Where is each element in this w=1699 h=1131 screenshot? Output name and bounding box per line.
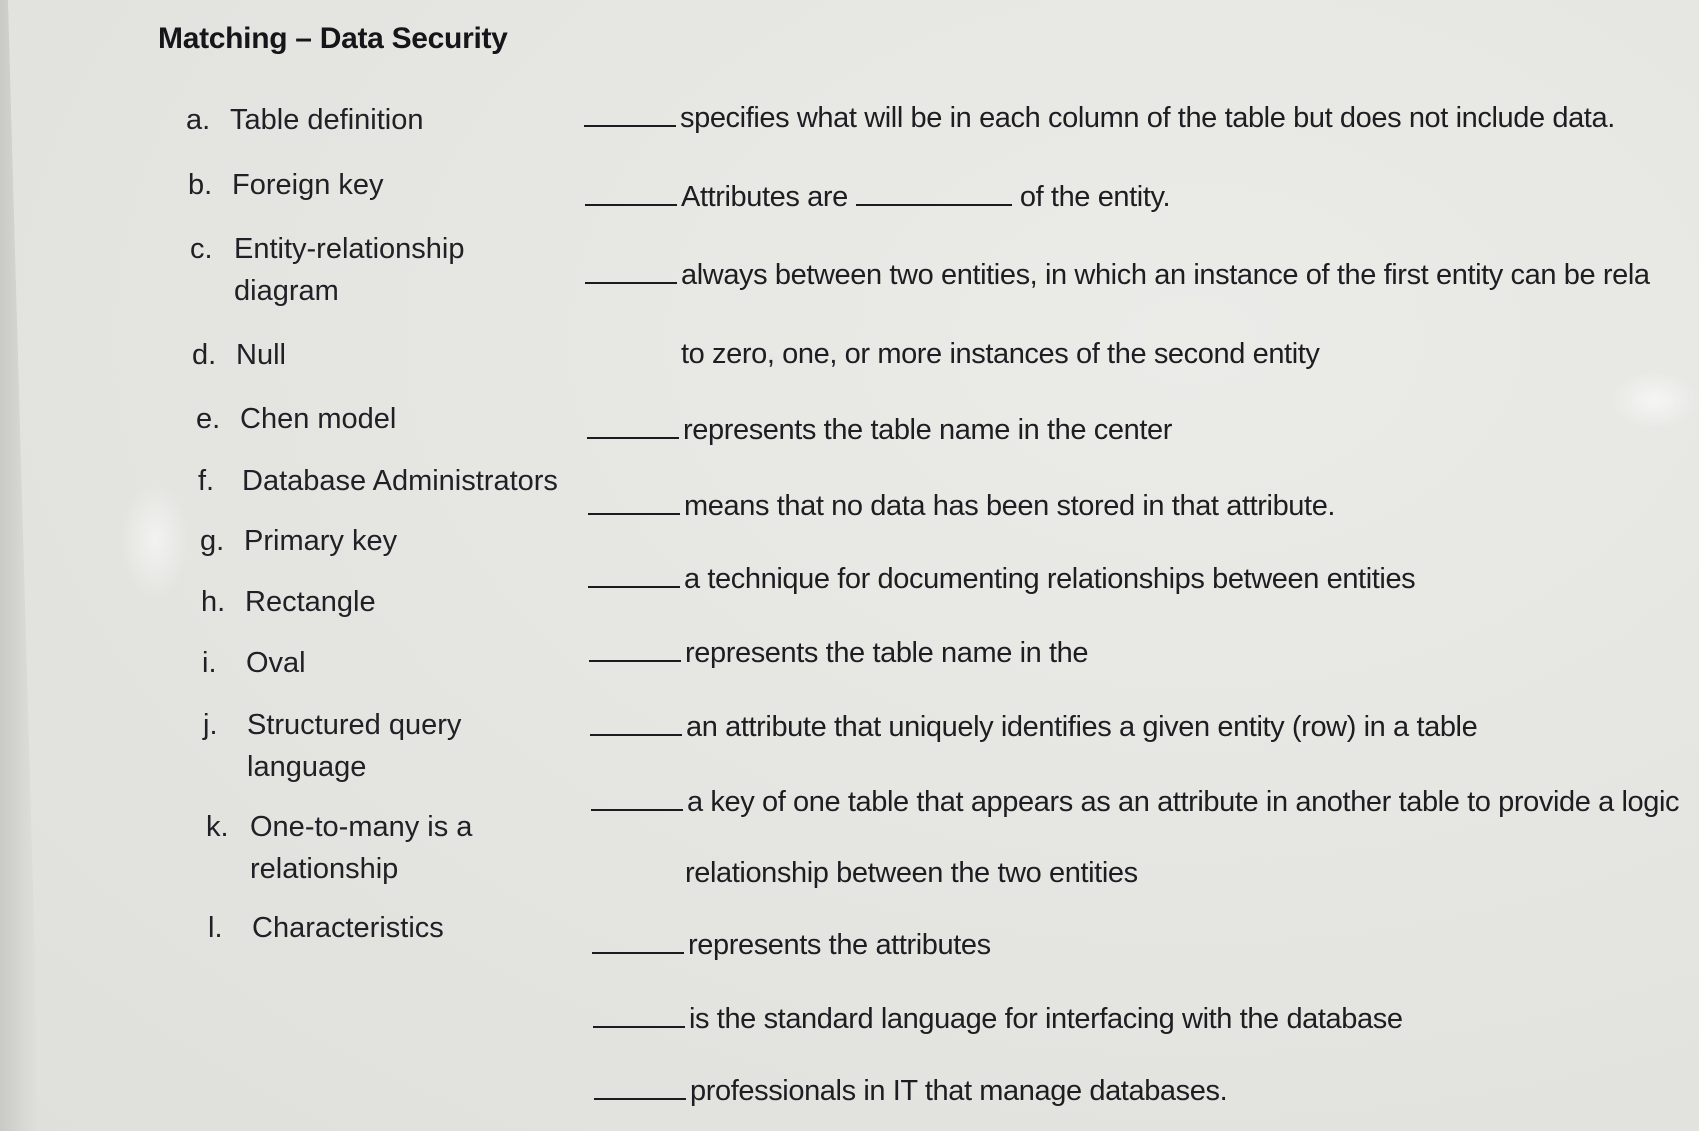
- term-text: Table definition: [230, 104, 424, 136]
- definition-text: always between two entities, in which an…: [681, 259, 1650, 291]
- term-text-line1: One-to-many is a: [250, 811, 473, 843]
- answer-blank[interactable]: [590, 712, 682, 736]
- term-item: i. Oval: [202, 642, 306, 684]
- definition-text: to zero, one, or more instances of the s…: [681, 338, 1320, 370]
- term-text-line1: Structured query: [247, 709, 462, 741]
- term-text-line2: language: [247, 751, 367, 783]
- term-text: Structured query language: [247, 704, 461, 788]
- term-text: Primary key: [244, 525, 398, 557]
- definition-item: always between two entities, in which an…: [585, 259, 1650, 292]
- term-text: Rectangle: [245, 586, 376, 618]
- definition-text: a key of one table that appears as an at…: [687, 786, 1680, 818]
- definition-item: represents the table name in the center: [587, 414, 1172, 447]
- term-item: l. Characteristics: [208, 907, 444, 949]
- term-text: Null: [236, 339, 286, 371]
- definition-item: represents the attributes: [592, 929, 991, 962]
- term-item: a. Table definition: [186, 99, 423, 141]
- answer-blank[interactable]: [585, 260, 677, 284]
- term-item: e. Chen model: [196, 398, 396, 440]
- term-item: d. Null: [192, 334, 286, 376]
- term-letter: k.: [206, 811, 229, 843]
- definition-item: means that no data has been stored in th…: [588, 490, 1335, 523]
- term-letter: i.: [202, 647, 217, 679]
- term-letter: b.: [188, 169, 213, 201]
- term-letter: l.: [208, 912, 223, 944]
- term-item: f. Database Administrators: [198, 460, 558, 502]
- definition-text: a technique for documenting relationship…: [684, 563, 1416, 595]
- term-text: Oval: [246, 647, 306, 679]
- term-letter: h.: [201, 586, 226, 618]
- term-item: h. Rectangle: [201, 581, 376, 623]
- definition-text: relationship between the two entities: [685, 857, 1138, 889]
- definition-text: an attribute that uniquely identifies a …: [686, 711, 1478, 743]
- answer-blank[interactable]: [593, 1004, 685, 1028]
- definition-item: professionals in IT that manage database…: [594, 1075, 1228, 1108]
- screen-glare: [1610, 370, 1699, 430]
- definition-text-after: of the entity.: [1019, 181, 1171, 213]
- term-letter: a.: [186, 104, 211, 136]
- term-item: g. Primary key: [200, 520, 397, 562]
- definition-text: Attributes are: [681, 181, 848, 213]
- definition-text: professionals in IT that manage database…: [690, 1075, 1228, 1107]
- answer-blank[interactable]: [588, 564, 680, 588]
- term-letter: c.: [190, 233, 213, 265]
- term-text: Foreign key: [232, 169, 384, 201]
- definition-text: means that no data has been stored in th…: [684, 490, 1336, 522]
- term-text: Chen model: [240, 403, 397, 435]
- term-letter: g.: [200, 525, 225, 557]
- definition-item: specifies what will be in each column of…: [584, 102, 1615, 135]
- term-text: One-to-many is a relationship: [250, 806, 472, 890]
- term-item: j. Structured query language: [203, 704, 461, 788]
- definition-item: a technique for documenting relationship…: [588, 563, 1416, 596]
- answer-blank[interactable]: [589, 638, 681, 662]
- answer-blank[interactable]: [592, 930, 684, 954]
- answer-blank[interactable]: [588, 491, 680, 515]
- definition-continuation: relationship between the two entities: [685, 857, 1138, 890]
- definition-item: an attribute that uniquely identifies a …: [590, 711, 1478, 744]
- definition-item: Attributes are of the entity.: [585, 181, 1171, 214]
- fill-in-blank[interactable]: [855, 182, 1012, 206]
- term-text: Characteristics: [252, 912, 444, 944]
- definition-text: represents the table name in the: [685, 637, 1089, 669]
- term-item: b. Foreign key: [188, 164, 384, 206]
- term-letter: e.: [196, 403, 221, 435]
- term-text-line1: Entity-relationship: [234, 233, 465, 265]
- definition-item: a key of one table that appears as an at…: [591, 786, 1680, 819]
- answer-blank[interactable]: [584, 103, 676, 127]
- term-item: c. Entity-relationship diagram: [190, 228, 465, 312]
- answer-blank[interactable]: [594, 1076, 686, 1100]
- definition-text: is the standard language for interfacing…: [689, 1003, 1403, 1035]
- definition-item: is the standard language for interfacing…: [593, 1003, 1403, 1036]
- term-text: Database Administrators: [242, 465, 558, 497]
- definition-text: specifies what will be in each column of…: [680, 102, 1615, 134]
- answer-blank[interactable]: [585, 182, 677, 206]
- term-text: Entity-relationship diagram: [234, 228, 465, 312]
- term-letter: d.: [192, 339, 217, 371]
- term-text-line2: relationship: [250, 853, 399, 885]
- definition-text: represents the table name in the center: [683, 414, 1172, 446]
- definition-item: represents the table name in the: [589, 637, 1089, 670]
- term-letter: j.: [203, 709, 218, 741]
- term-letter: f.: [198, 465, 215, 497]
- term-text-line2: diagram: [234, 275, 339, 307]
- page-title: Matching – Data Security: [158, 22, 508, 55]
- term-item: k. One-to-many is a relationship: [206, 806, 472, 890]
- answer-blank[interactable]: [591, 787, 683, 811]
- definition-continuation: to zero, one, or more instances of the s…: [681, 338, 1320, 371]
- screen-glare: [120, 480, 190, 600]
- answer-blank[interactable]: [587, 415, 679, 439]
- definition-text: represents the attributes: [688, 929, 991, 961]
